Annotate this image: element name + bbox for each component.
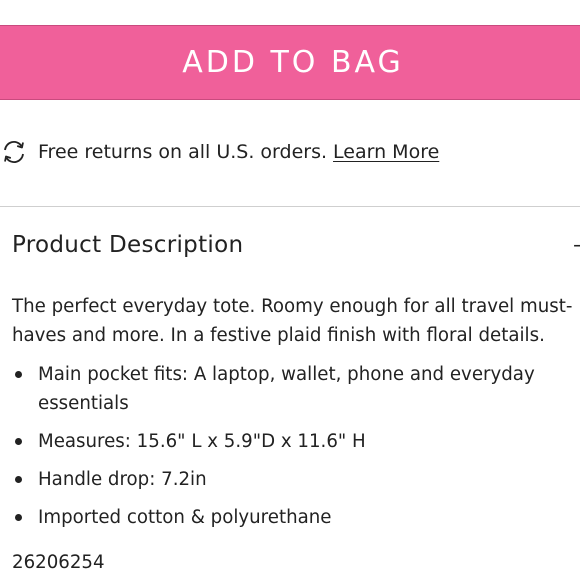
- refresh-arrows-icon: [0, 136, 30, 168]
- free-returns-notice: Free returns on all U.S. orders. Learn M…: [0, 136, 439, 168]
- learn-more-link[interactable]: Learn More: [333, 141, 439, 163]
- add-to-bag-button[interactable]: ADD TO BAG: [0, 25, 580, 100]
- feature-item: Measures: 15.6" L x 5.9"D x 11.6" H: [12, 427, 572, 456]
- section-title: Product Description: [12, 232, 244, 258]
- free-returns-text: Free returns on all U.S. orders.: [38, 141, 328, 163]
- feature-item: Imported cotton & polyurethane: [12, 503, 572, 532]
- feature-item: Main pocket fits: A laptop, wallet, phon…: [12, 360, 572, 418]
- feature-item: Handle drop: 7.2in: [12, 465, 572, 494]
- section-divider: [0, 206, 580, 207]
- product-description-header[interactable]: Product Description –: [12, 228, 580, 262]
- product-description-text: The perfect everyday tote. Roomy enough …: [12, 296, 573, 346]
- collapse-toggle-icon[interactable]: –: [573, 233, 580, 258]
- add-to-bag-label: ADD TO BAG: [182, 45, 404, 80]
- product-features-list: Main pocket fits: A laptop, wallet, phon…: [12, 360, 572, 532]
- product-sku: 26206254: [12, 552, 105, 573]
- product-detail-page: ADD TO BAG Free returns on all U.S. orde…: [0, 0, 580, 580]
